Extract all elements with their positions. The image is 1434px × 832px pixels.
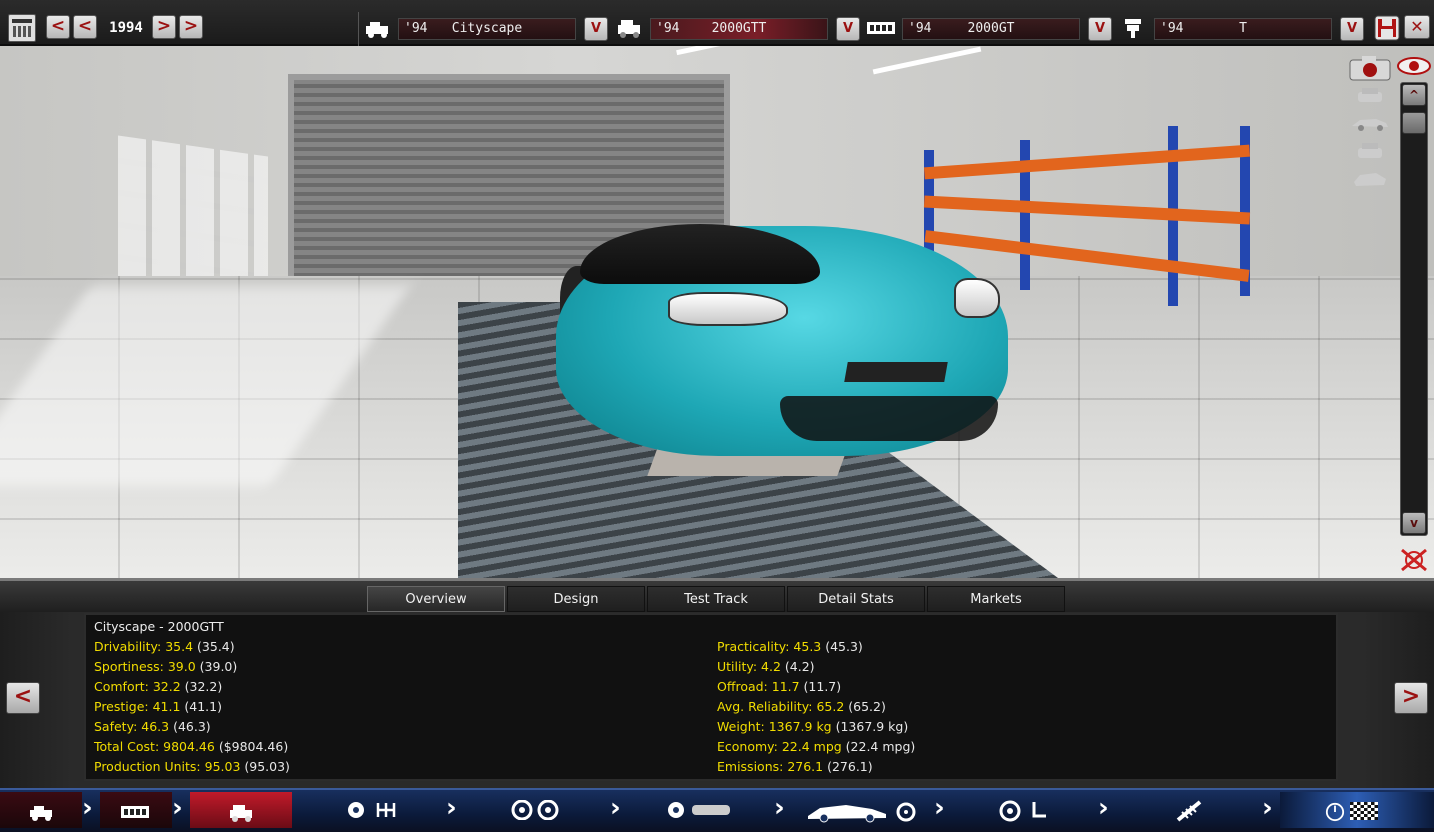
year-next-fast-button[interactable]: > — [179, 15, 203, 39]
trim-dropdown-button[interactable]: V — [836, 17, 860, 41]
car-trim-icon — [230, 805, 252, 822]
zoom-scrollbar[interactable] — [1400, 82, 1428, 536]
engine-family-selector[interactable]: '94 T V — [1118, 14, 1368, 44]
year-next-button[interactable]: > — [152, 15, 176, 39]
zoom-slider-thumb[interactable] — [1402, 112, 1426, 134]
nav-chevron: › — [1098, 793, 1109, 823]
model-dropdown-button[interactable]: V — [584, 17, 608, 41]
close-button[interactable]: ✕ — [1404, 15, 1430, 39]
rear-view-icon[interactable] — [1354, 140, 1386, 162]
piston-icon — [1125, 19, 1141, 38]
engine-name: 2000GT — [967, 21, 1015, 36]
stat-emissions: Emissions: 276.1 (276.1) — [717, 759, 873, 774]
previous-car-button[interactable]: < — [6, 682, 40, 714]
year-prev-fast-button[interactable]: < — [46, 15, 70, 39]
eye-icon[interactable] — [1396, 56, 1432, 76]
stat-weight: Weight: 1367.9 kg (1367.9 kg) — [717, 719, 909, 734]
side-view-icon[interactable] — [1350, 114, 1390, 132]
trim-selector[interactable]: '94 2000GTT V — [614, 14, 864, 44]
stat-economy: Economy: 22.4 mpg (22.4 mpg) — [717, 739, 916, 754]
tab-test-track[interactable]: Test Track — [647, 586, 785, 612]
tab-bar: Overview Design Test Track Detail Stats … — [0, 578, 1434, 612]
nav-wheels[interactable] — [510, 799, 562, 821]
steering-wheel-icon — [999, 800, 1046, 822]
car-aero-icon — [808, 802, 916, 823]
tab-design[interactable]: Design — [507, 586, 645, 612]
stat-practicality: Practicality: 45.3 (45.3) — [717, 639, 863, 654]
car-grille — [844, 362, 948, 382]
angled-view-icon[interactable] — [1352, 168, 1388, 190]
nav-chevron: › — [610, 793, 621, 823]
engine-selector[interactable]: '94 2000GT V — [866, 14, 1116, 44]
divider — [358, 12, 359, 46]
family-name: T — [1239, 21, 1247, 36]
nav-interior[interactable] — [996, 800, 1050, 822]
overview-panel: Cityscape - 2000GTT Drivability: 35.4 (3… — [84, 613, 1338, 781]
camera-icon[interactable] — [1348, 54, 1392, 82]
stat-production-units: Production Units: 95.03 (95.03) — [94, 759, 290, 774]
stat-utility: Utility: 4.2 (4.2) — [717, 659, 815, 674]
tab-detail-stats[interactable]: Detail Stats — [787, 586, 925, 612]
gear-shifter-icon — [348, 802, 396, 818]
trim-name: 2000GTT — [711, 21, 767, 36]
zoom-down-button[interactable]: v — [1402, 512, 1426, 534]
car-model-icon — [366, 22, 388, 38]
nav-engines[interactable] — [100, 792, 172, 828]
calendar-icon[interactable] — [8, 14, 36, 42]
nav-chevron: › — [172, 793, 183, 823]
gauge-icon — [1325, 802, 1345, 822]
nav-testing[interactable] — [1280, 792, 1434, 828]
car-bumper — [780, 396, 998, 441]
nav-body[interactable] — [666, 800, 734, 820]
nav-chevron: › — [446, 793, 457, 823]
tab-markets[interactable]: Markets — [927, 586, 1065, 612]
front-view-icon[interactable] — [1354, 86, 1386, 106]
stat-total-cost: Total Cost: 9804.46 ($9804.46) — [94, 739, 289, 754]
zoom-up-button[interactable]: ^ — [1402, 84, 1426, 106]
stat-avg-reliability: Avg. Reliability: 65.2 (65.2) — [717, 699, 886, 714]
suspension-icon — [1176, 800, 1202, 822]
nav-chevron: › — [774, 793, 785, 823]
stat-sportiness: Sportiness: 39.0 (39.0) — [94, 659, 238, 674]
reset-view-icon[interactable] — [1398, 546, 1430, 574]
car-3d-viewport[interactable] — [0, 46, 1434, 578]
year-prev-button[interactable]: < — [73, 15, 97, 39]
nav-chevron: › — [1262, 793, 1273, 823]
stat-safety: Safety: 46.3 (46.3) — [94, 719, 211, 734]
engine-block-icon — [867, 22, 895, 34]
engine-block-icon — [121, 806, 149, 818]
nav-chevron: › — [82, 793, 93, 823]
car-model-icon — [30, 806, 52, 821]
engine-dropdown-button[interactable]: V — [1088, 17, 1112, 41]
designer-stage-nav: › › › › › › › › — [0, 788, 1434, 832]
car-headlight — [668, 292, 788, 326]
nav-chevron: › — [934, 793, 945, 823]
stat-comfort: Comfort: 32.2 (32.2) — [94, 679, 223, 694]
wheels-icon — [511, 799, 559, 821]
car-trim-icon — [618, 20, 640, 38]
save-icon[interactable] — [1374, 15, 1400, 41]
stat-offroad: Offroad: 11.7 (11.7) — [717, 679, 842, 694]
model-selector[interactable]: '94 Cityscape V — [362, 14, 612, 44]
nav-trim-active[interactable] — [190, 792, 292, 828]
nav-drivetrain[interactable] — [346, 800, 406, 820]
nav-aero[interactable] — [806, 800, 918, 823]
stat-drivability: Drivability: 35.4 (35.4) — [94, 639, 235, 654]
body-panel-icon — [668, 802, 730, 818]
tab-overview[interactable]: Overview — [367, 586, 505, 612]
top-toolbar: < < 1994 > > '94 Cityscape V '94 2000GTT… — [0, 0, 1434, 46]
family-dropdown-button[interactable]: V — [1340, 17, 1364, 41]
next-car-button[interactable]: > — [1394, 682, 1428, 714]
nav-models[interactable] — [0, 792, 82, 828]
stat-prestige: Prestige: 41.1 (41.1) — [94, 699, 222, 714]
checkered-flag-icon — [1350, 802, 1378, 820]
model-name: Cityscape — [451, 21, 523, 36]
car-title: Cityscape - 2000GTT — [94, 619, 224, 634]
nav-suspension[interactable] — [1172, 800, 1206, 822]
year-display: 1994 — [109, 20, 143, 36]
car-headlight — [954, 278, 1000, 318]
